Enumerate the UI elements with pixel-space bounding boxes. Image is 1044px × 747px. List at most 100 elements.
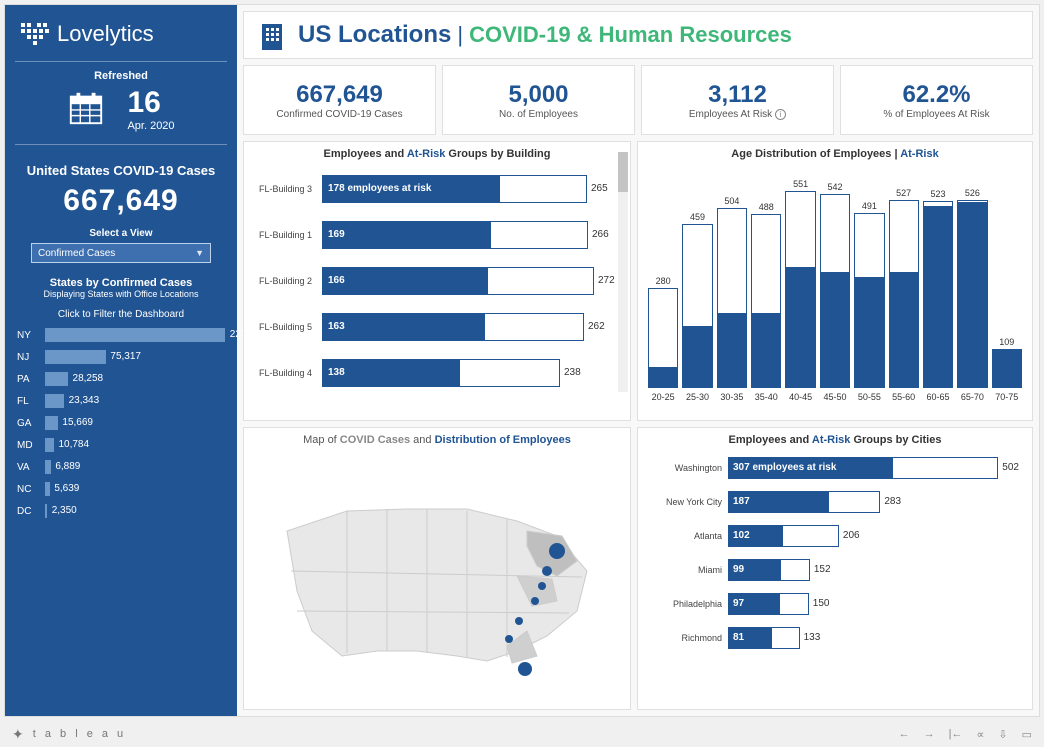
city-risk: 307 employees at risk [733,457,836,479]
age-column[interactable]: 54245-50 [820,182,850,402]
kpi-label: Confirmed COVID-19 Cases [276,109,402,120]
age-column[interactable]: 50430-35 [717,196,747,402]
view-select-value: Confirmed Cases [38,248,115,259]
select-view-label: Select a View [15,228,227,239]
city-row[interactable]: Washington307 employees at risk502 [648,454,1022,482]
states-title: States by Confirmed Cases [15,277,227,289]
state-value: 23,343 [66,394,100,408]
share-button[interactable]: ∝ [977,728,985,741]
buildings-chart[interactable]: Employees and At-Risk Groups by Building… [243,141,631,421]
state-value: 10,784 [55,438,89,452]
city-label: New York City [648,497,722,507]
age-column[interactable]: 10970-75 [992,337,1022,402]
kpi-row: 667,649 Confirmed COVID-19 Cases 5,000 N… [243,65,1033,135]
age-column[interactable]: 52755-60 [889,188,919,402]
building-icon [258,20,286,50]
city-row[interactable]: Philadelphia97150 [648,590,1022,618]
tableau-logo[interactable]: ✦t a b l e a u [12,726,126,743]
view-select[interactable]: Confirmed Cases ▼ [31,243,211,263]
city-total: 283 [880,491,901,513]
tableau-footer: ✦t a b l e a u ← → |← ∝ ⇩ ▭ [4,721,1040,747]
building-total: 266 [588,221,609,249]
info-icon[interactable]: i [775,109,786,120]
map-panel[interactable]: Map of COVID Cases and Distribution of E… [243,427,631,710]
us-map[interactable] [244,452,630,709]
building-total: 265 [587,175,608,203]
building-label: FL-Building 4 [248,368,318,378]
state-code: FL [17,396,39,407]
age-column[interactable]: 55140-45 [785,179,815,402]
state-row[interactable]: FL 23,343 [17,394,225,408]
building-risk: 163 [328,313,345,341]
age-chart[interactable]: Age Distribution of Employees | At-Risk … [637,141,1033,421]
fullscreen-button[interactable]: ▭ [1022,728,1032,741]
age-column[interactable]: 52360-65 [923,189,953,402]
reset-button[interactable]: |← [949,728,963,741]
age-category: 35-40 [755,392,778,402]
cities-chart[interactable]: Employees and At-Risk Groups by Cities W… [637,427,1033,710]
download-button[interactable]: ⇩ [998,728,1007,741]
age-total: 504 [724,196,739,206]
brand-name: Lovelytics [57,21,154,47]
age-column[interactable]: 45925-30 [682,212,712,402]
undo-button[interactable]: ← [899,728,910,741]
heart-icon [19,21,49,47]
state-row[interactable]: VA6,889 [17,460,225,474]
city-label: Washington [648,463,722,473]
city-row[interactable]: Atlanta102206 [648,522,1022,550]
kpi-value: 667,649 [296,81,383,109]
city-label: Philadelphia [648,599,722,609]
age-column[interactable]: 48835-40 [751,202,781,402]
building-row[interactable]: FL-Building 5163262 [248,304,612,350]
state-row[interactable]: MD10,784 [17,438,225,452]
kpi-label: % of Employees At Risk [883,109,989,120]
building-row[interactable]: FL-Building 4138238 [248,350,612,396]
redo-button[interactable]: → [924,728,935,741]
city-total: 133 [800,627,821,649]
building-row[interactable]: FL-Building 2 166 272 [248,258,612,304]
refresh-month: Apr. 2020 [127,120,174,132]
state-row[interactable]: NC5,639 [17,482,225,496]
city-row[interactable]: Miami99152 [648,556,1022,584]
kpi-value: 5,000 [508,81,568,109]
building-row[interactable]: FL-Building 1169266 [248,212,612,258]
state-code: DC [17,506,39,517]
age-category: 40-45 [789,392,812,402]
age-column[interactable]: 28020-25 [648,276,678,402]
state-row[interactable]: PA28,258 [17,372,225,386]
age-category: 60-65 [927,392,950,402]
map-title: Map of COVID Cases and Distribution of E… [244,428,630,452]
age-category: 45-50 [823,392,846,402]
main-content: US Locations | COVID-19 & Human Resource… [237,5,1039,716]
kpi-pct-at-risk: 62.2% % of Employees At Risk [840,65,1033,135]
state-list: NY223,691 NJ75,317 PA28,258 FL 23,343 GA15,66… [15,328,227,518]
state-row[interactable]: NJ75,317 [17,350,225,364]
state-value: 15,669 [59,416,93,430]
age-column[interactable]: 49150-55 [854,201,884,402]
city-risk: 99 [733,559,744,581]
building-total: 272 [594,267,615,295]
state-code: NY [17,330,39,341]
calendar-icon [67,89,105,132]
us-cases-value: 667,649 [15,184,227,218]
kpi-at-risk: 3,112 Employees At Riski [641,65,834,135]
refreshed-label: Refreshed [15,70,227,82]
age-column[interactable]: 52665-70 [957,188,987,402]
building-row[interactable]: FL-Building 3178 employees at risk265 [248,166,612,212]
city-label: Miami [648,565,722,575]
state-value: 28,258 [70,372,104,386]
scrollbar[interactable] [618,152,628,392]
city-row[interactable]: New York City187283 [648,488,1022,516]
state-row[interactable]: GA15,669 [17,416,225,430]
city-total: 150 [809,593,830,615]
city-row[interactable]: Richmond81133 [648,624,1022,652]
state-row[interactable]: DC2,350 [17,504,225,518]
states-cta: Click to Filter the Dashboard [15,309,227,320]
building-risk: 166 [328,267,345,295]
states-subtitle: Displaying States with Office Locations [15,289,227,299]
state-row[interactable]: NY223,691 [17,328,225,342]
age-total: 491 [862,201,877,211]
state-value: 5,639 [51,482,79,496]
building-label: FL-Building 2 [248,276,318,286]
building-label: FL-Building 3 [248,184,318,194]
